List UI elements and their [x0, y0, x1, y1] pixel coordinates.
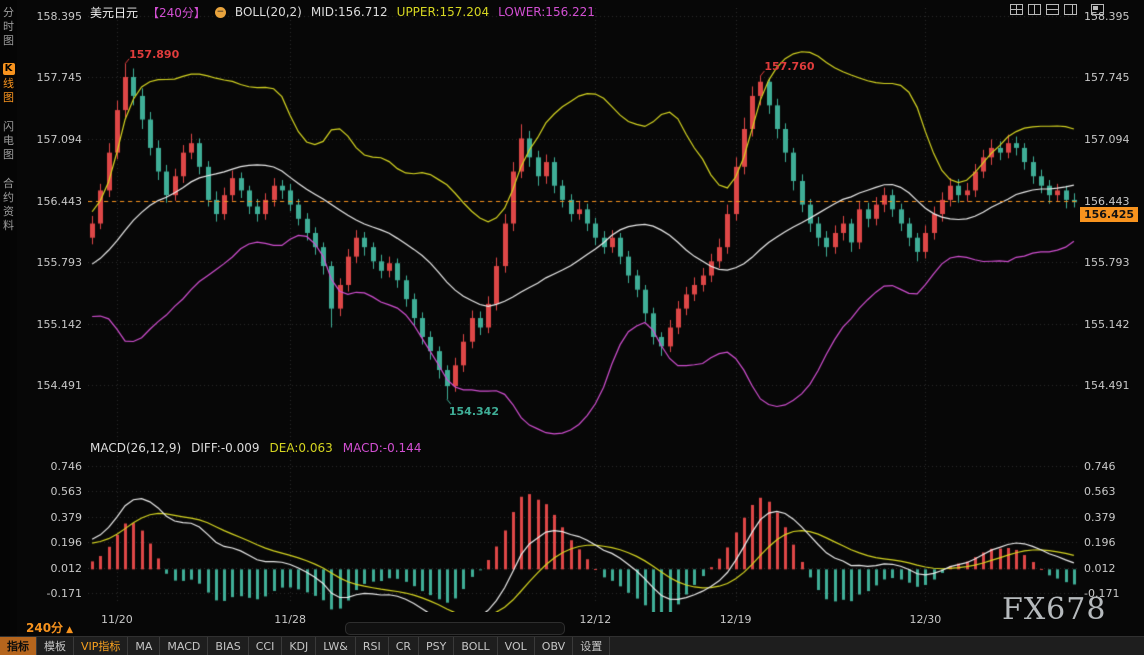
last-price-tag: 156.425	[1080, 207, 1138, 222]
price-axis-label-right: 156.443	[1084, 195, 1130, 208]
price-axis-label-right: 157.094	[1084, 133, 1130, 146]
sidebar-item-time-chart[interactable]: 分时图	[1, 6, 16, 48]
macd-axis-label-left: 0.379	[28, 511, 82, 524]
macd-axis-label-left: 0.012	[28, 562, 82, 575]
price-axis-label-right: 155.142	[1084, 318, 1130, 331]
sidebar-item-lightning-chart[interactable]: 闪电图	[1, 120, 16, 162]
tab-macd[interactable]: MACD	[160, 637, 208, 655]
tab-kdj[interactable]: KDJ	[282, 637, 316, 655]
sidebar-item-contract-info[interactable]: 合约资料	[1, 177, 16, 233]
tab-lw[interactable]: LW&	[316, 637, 356, 655]
symbol-name: 美元日元	[90, 4, 138, 21]
boll-upper-value: UPPER:157.204	[397, 5, 489, 19]
tab-boll[interactable]: BOLL	[454, 637, 497, 655]
price-annotation: 157.760	[764, 60, 814, 73]
chart-header: 美元日元 【240分】 − BOLL(20,2) MID:156.712 UPP…	[90, 4, 595, 20]
layout-two-row-icon[interactable]	[1046, 4, 1059, 15]
boll-lower-value: LOWER:156.221	[498, 5, 595, 19]
tab-vol[interactable]: VOL	[498, 637, 535, 655]
macd-axis-label-right: -0.171	[1084, 587, 1119, 600]
x-axis-label: 12/30	[908, 613, 942, 626]
tab-indicator[interactable]: 指标	[0, 637, 37, 655]
tab-ma[interactable]: MA	[128, 637, 160, 655]
price-axis-label-left: 157.745	[28, 71, 82, 84]
price-axis-label-right: 155.793	[1084, 256, 1130, 269]
layout-sidebar-icon[interactable]	[1064, 4, 1077, 15]
period-foot-label: 240分	[26, 621, 63, 635]
tab-settings[interactable]: 设置	[573, 637, 610, 655]
macd-dea-value: DEA:0.063	[270, 441, 333, 455]
tab-psy[interactable]: PSY	[419, 637, 454, 655]
period-settings-icon[interactable]: −	[215, 7, 226, 18]
price-annotation: 157.890	[129, 48, 179, 61]
macd-axis-label-right: 0.379	[1084, 511, 1116, 524]
price-axis-label-right: 154.491	[1084, 379, 1130, 392]
sidebar-item-label: 线图	[3, 77, 14, 104]
layout-two-column-icon[interactable]	[1028, 4, 1041, 15]
price-axis-label-left: 157.094	[28, 133, 82, 146]
boll-mid-value: MID:156.712	[311, 5, 388, 19]
kline-badge-icon: K	[3, 63, 15, 75]
macd-axis-label-left: 0.563	[28, 485, 82, 498]
price-axis-label-left: 155.142	[28, 318, 82, 331]
tab-cr[interactable]: CR	[389, 637, 419, 655]
x-axis-label: 12/19	[719, 613, 753, 626]
price-axis-label-left: 158.395	[28, 10, 82, 23]
macd-axis-label-right: 0.012	[1084, 562, 1116, 575]
macd-axis-label-right: 0.563	[1084, 485, 1116, 498]
macd-axis-label-right: 0.746	[1084, 460, 1116, 473]
kline-chart-canvas[interactable]	[88, 8, 1078, 612]
price-annotation: 154.342	[449, 405, 499, 418]
layout-toolbar	[1010, 4, 1077, 15]
trading-chart-window: 分时图 K 线图 闪电图 合约资料 美元日元 【240分】 − BOLL(20,…	[0, 0, 1144, 655]
tab-bias[interactable]: BIAS	[208, 637, 248, 655]
macd-axis-label-left: 0.746	[28, 460, 82, 473]
tab-obv[interactable]: OBV	[535, 637, 573, 655]
h-scrollbar-thumb[interactable]	[345, 622, 565, 635]
indicator-toolbar: 指标模板VIP指标MAMACDBIASCCIKDJLW&RSICRPSYBOLL…	[0, 636, 1144, 655]
period-selector[interactable]: 240分▲	[26, 619, 73, 636]
layout-quad-icon[interactable]	[1010, 4, 1023, 15]
indicator-tabs: 指标模板VIP指标MAMACDBIASCCIKDJLW&RSICRPSYBOLL…	[0, 637, 610, 655]
tab-template[interactable]: 模板	[37, 637, 74, 655]
tab-rsi[interactable]: RSI	[356, 637, 389, 655]
macd-axis-label-right: 0.196	[1084, 536, 1116, 549]
macd-axis-label-left: -0.171	[28, 587, 82, 600]
x-axis-label: 12/12	[578, 613, 612, 626]
period-up-arrow-icon: ▲	[66, 625, 73, 635]
macd-diff-value: DIFF:-0.009	[191, 441, 259, 455]
chart-type-sidebar: 分时图 K 线图 闪电图 合约资料	[0, 0, 17, 637]
tab-cci[interactable]: CCI	[249, 637, 283, 655]
price-axis-label-right: 157.745	[1084, 71, 1130, 84]
period-label[interactable]: 【240分】	[147, 4, 206, 21]
macd-header: MACD(26,12,9) DIFF:-0.009 DEA:0.063 MACD…	[90, 441, 421, 455]
macd-indicator-label: MACD(26,12,9)	[90, 441, 181, 455]
x-axis-label: 11/28	[273, 613, 307, 626]
price-axis-label-left: 156.443	[28, 195, 82, 208]
macd-value: MACD:-0.144	[343, 441, 422, 455]
tab-vip-indicator[interactable]: VIP指标	[74, 637, 128, 655]
price-axis-label-left: 154.491	[28, 379, 82, 392]
boll-indicator-label: BOLL(20,2)	[235, 5, 302, 19]
price-axis-label-left: 155.793	[28, 256, 82, 269]
popup-window-icon[interactable]	[1091, 4, 1104, 15]
macd-axis-label-left: 0.196	[28, 536, 82, 549]
x-axis-label: 11/20	[100, 613, 134, 626]
sidebar-item-kline-chart[interactable]: K 线图	[1, 63, 16, 105]
